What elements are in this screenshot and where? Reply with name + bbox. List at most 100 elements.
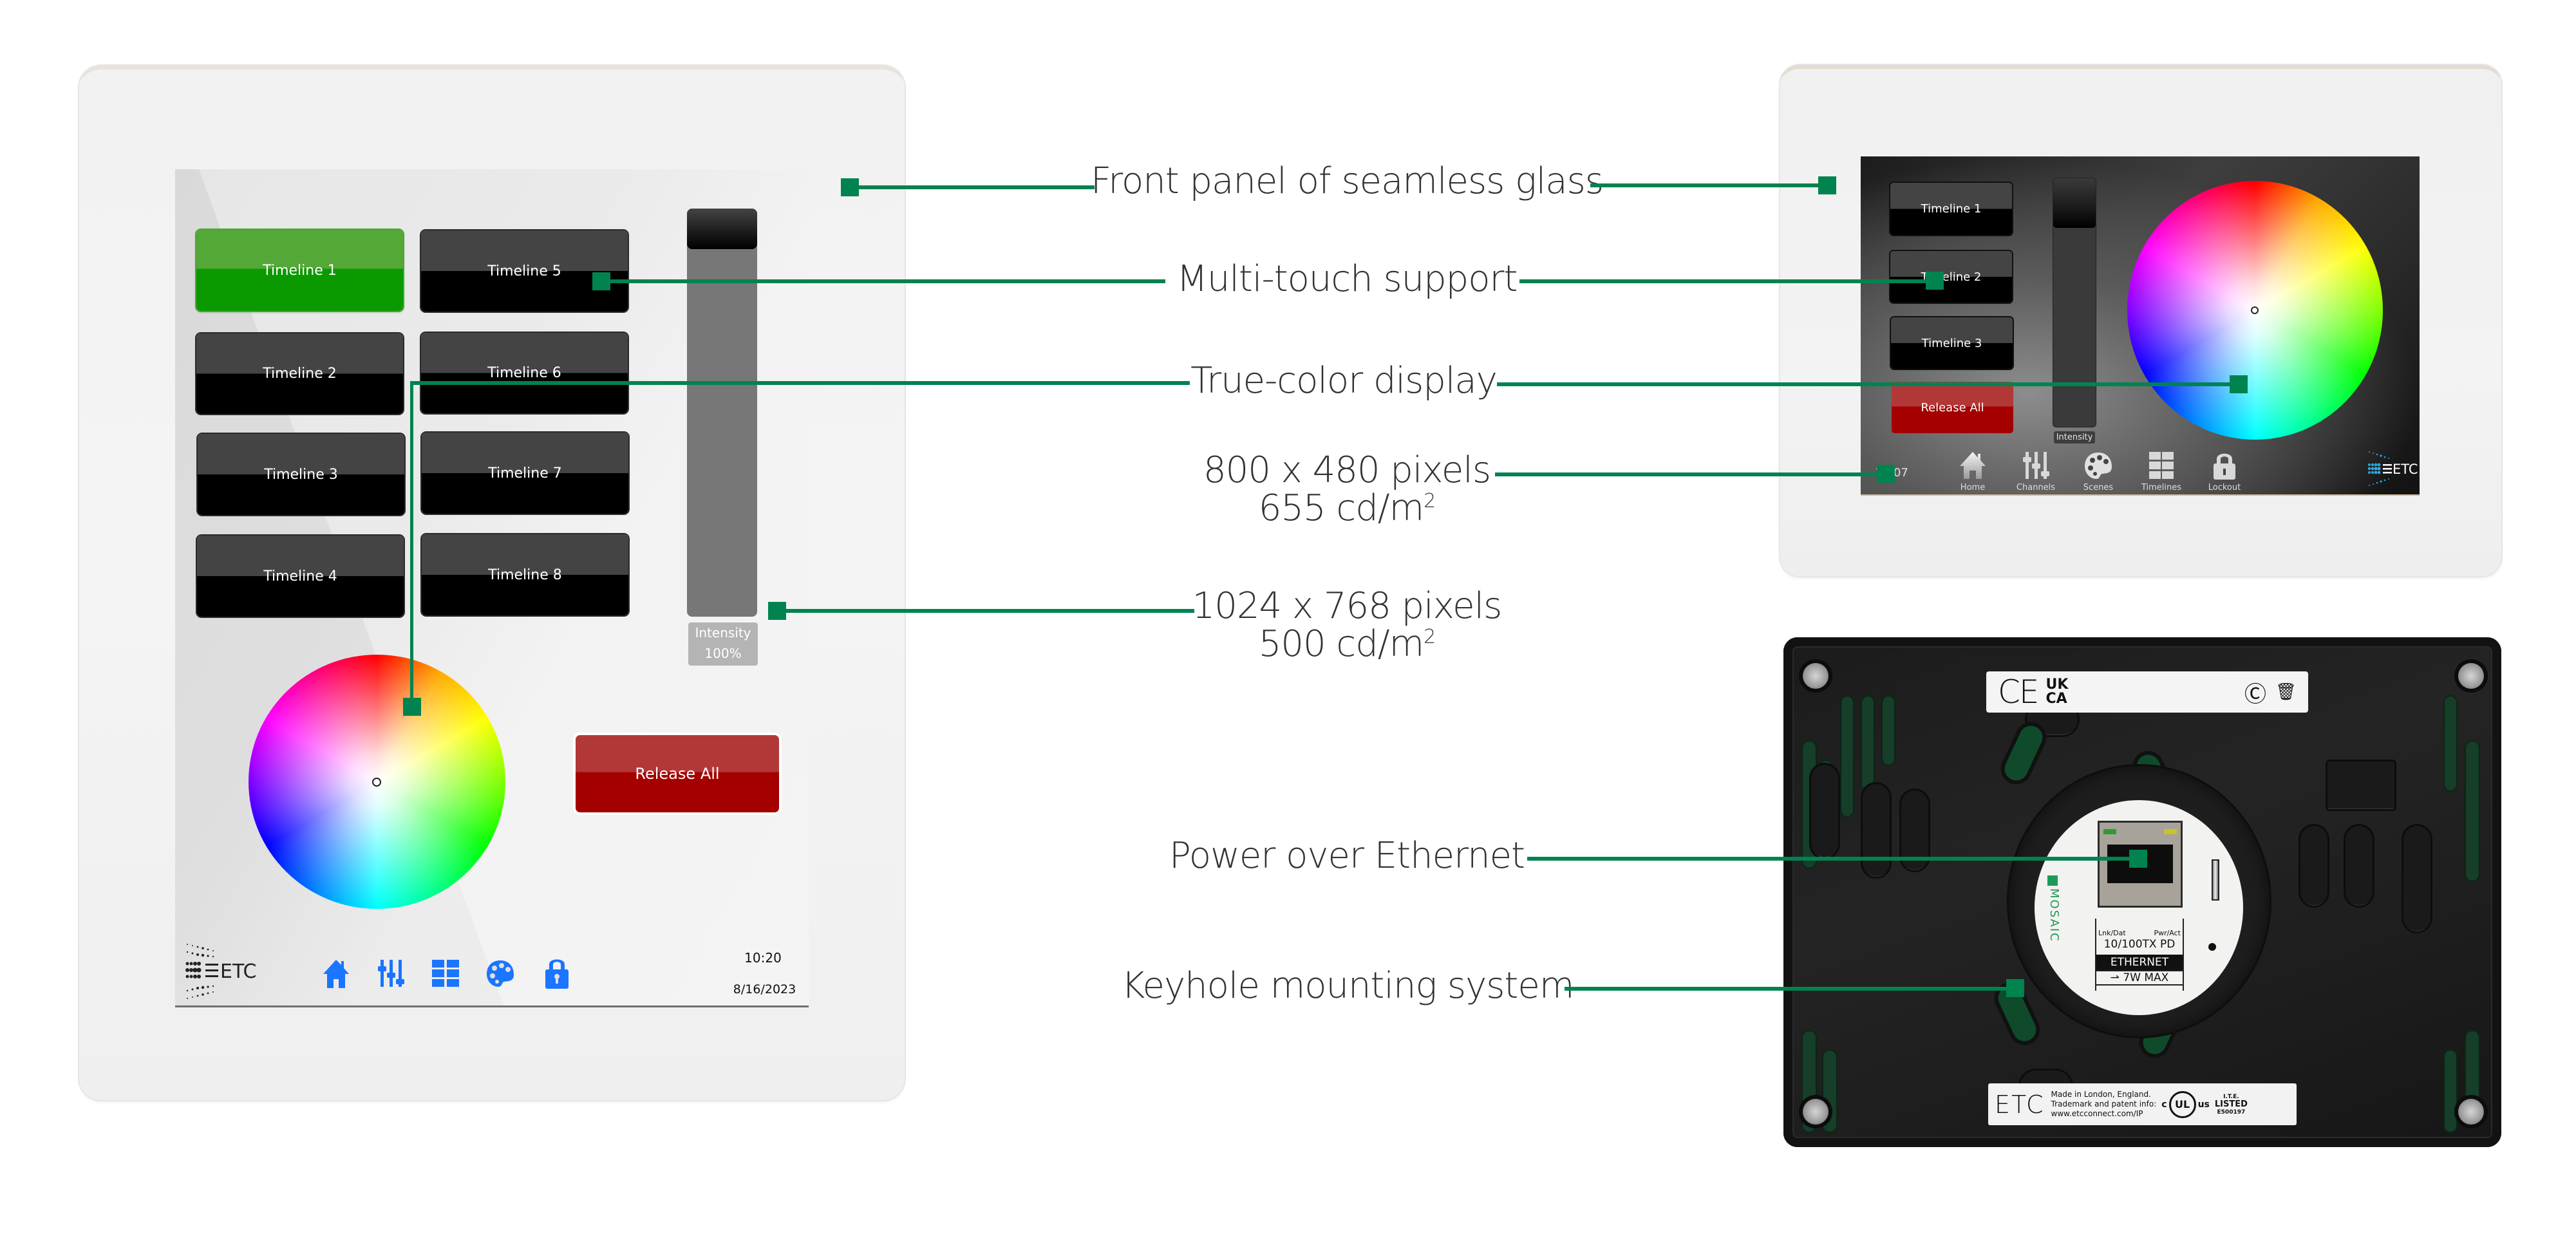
intensity-label: Intensity — [2054, 431, 2095, 444]
timeline-4-button[interactable]: Timeline 4 — [197, 536, 404, 617]
timeline-label: Timeline 8 — [488, 566, 562, 583]
leader-line — [410, 381, 413, 706]
sd-slot — [2212, 859, 2219, 901]
channels-sliders-icon — [2023, 452, 2049, 479]
timelines-grid-icon — [2149, 452, 2174, 479]
keyhole-slot — [2000, 722, 2047, 785]
power-indicator-label: Pwr/Act — [2154, 929, 2181, 937]
timeline-label: Timeline 5 — [487, 263, 561, 279]
color-picker-handle[interactable] — [2251, 306, 2259, 314]
power-led — [2164, 829, 2177, 834]
leader-marker — [2006, 979, 2024, 997]
home-icon[interactable] — [322, 957, 350, 989]
link-led — [2103, 829, 2116, 834]
recess — [2326, 760, 2396, 811]
timeline-3-button[interactable]: Timeline 3 — [1891, 317, 2013, 369]
mosaic-logo: MOSAIC — [2047, 875, 2064, 972]
mosaic-text: MOSAIC — [2047, 888, 2061, 942]
timelines-grid-icon[interactable] — [431, 957, 460, 989]
leader-marker — [403, 698, 421, 716]
small-res-brightness: 655 cd/m2 — [1258, 487, 1436, 529]
screw — [1803, 663, 1829, 689]
small-res-pixels: 800 x 480 pixels — [1203, 449, 1491, 491]
screw — [1803, 1099, 1829, 1125]
callout-small-resolution: 800 x 480 pixels 655 cd/m2 — [1203, 449, 1491, 529]
leader-line — [1497, 382, 2237, 386]
scenes-palette-icon[interactable] — [486, 957, 514, 989]
intensity-value: 100% — [704, 646, 742, 661]
leader-marker — [1926, 272, 1944, 290]
timeline-label: Timeline 1 — [263, 262, 337, 279]
leader-line — [779, 609, 1194, 613]
nav-label: Channels — [2016, 483, 2056, 492]
nav-channels[interactable]: Channels — [2013, 451, 2058, 492]
nav-label: Timelines — [2141, 483, 2182, 492]
lockout-lock-icon[interactable] — [543, 955, 571, 989]
timeline-label: Timeline 3 — [1921, 336, 1982, 350]
release-all-label: Release All — [635, 765, 720, 783]
nav-scenes[interactable]: Scenes — [2076, 451, 2121, 492]
timeline-label: Timeline 3 — [264, 466, 338, 483]
clock-date: 8/16/2023 — [733, 982, 796, 996]
mount-bump — [2344, 824, 2374, 908]
release-all-button[interactable]: Release All — [1892, 382, 2013, 433]
timeline-1-button[interactable]: Timeline 1 — [196, 230, 403, 311]
etc-logo: ETC — [2367, 448, 2418, 489]
timeline-7-button[interactable]: Timeline 7 — [422, 433, 628, 514]
timeline-8-button[interactable]: Timeline 8 — [422, 534, 628, 615]
channels-sliders-icon[interactable] — [377, 957, 405, 989]
intensity-slider[interactable] — [687, 209, 757, 617]
timeline-2-button[interactable]: Timeline 2 — [1890, 251, 2012, 303]
nav-timelines[interactable]: Timelines — [2139, 451, 2184, 492]
timeline-label: Timeline 7 — [488, 465, 562, 481]
screw — [2458, 1099, 2484, 1125]
timeline-label: Timeline 1 — [1921, 202, 1982, 216]
screw — [2458, 663, 2484, 689]
e-recycling-icon: Ⓒ — [2244, 681, 2266, 707]
ite-listed: I.T.E. LISTED E500197 — [2214, 1093, 2248, 1116]
timeline-2-button[interactable]: Timeline 2 — [196, 333, 403, 414]
pcb-slot — [2443, 695, 2458, 792]
pcb-slot — [2443, 1049, 2458, 1133]
timeline-3-button[interactable]: Timeline 3 — [198, 434, 404, 515]
mount-bump — [1861, 782, 1892, 879]
release-all-button[interactable]: Release All — [576, 735, 779, 812]
nav-home[interactable]: Home — [1950, 451, 1995, 492]
svg-text:ETC: ETC — [220, 960, 256, 983]
leader-line — [1519, 279, 1935, 283]
nav-lockout[interactable]: Lockout — [2202, 451, 2247, 492]
leader-line — [602, 279, 1165, 283]
intensity-slider-thumb[interactable] — [2053, 178, 2096, 228]
weee-bin-icon: 🗑 — [2275, 682, 2297, 702]
eth-spec-text: 10/100TX PD — [2103, 938, 2176, 951]
intensity-label: Intensity — [695, 625, 751, 640]
ethernet-spec-block: Lnk/Dat Pwr/Act 10/100TX PD ETHERNET ⇀ 7… — [2095, 919, 2184, 991]
pcb-slot — [1840, 695, 1854, 818]
leader-marker — [2129, 850, 2147, 868]
mosaic-mark-icon — [2047, 875, 2058, 886]
mount-bump — [1809, 763, 1840, 859]
timeline-label: Timeline 2 — [263, 366, 337, 382]
intensity-slider-thumb[interactable] — [687, 209, 757, 249]
compliance-label: CE UK CA Ⓒ 🗑 — [1986, 671, 2308, 713]
ce-mark: CE — [1998, 673, 2040, 711]
timeline-5-button[interactable]: Timeline 5 — [421, 230, 628, 312]
manufacturer-info: Made in London, England. Trademark and p… — [2051, 1090, 2157, 1118]
callout-front-panel: Front panel of seamless glass — [1091, 160, 1604, 202]
timeline-6-button[interactable]: Timeline 6 — [421, 333, 628, 413]
pcb-slot — [2465, 740, 2480, 882]
timeline-1-button[interactable]: Timeline 1 — [1890, 183, 2012, 235]
leader-line — [1590, 183, 1829, 187]
mount-bump — [2402, 824, 2432, 933]
intensity-caption: Intensity 100% — [688, 622, 758, 666]
home-icon — [1960, 452, 1986, 479]
svg-text:ETC: ETC — [2393, 462, 2418, 477]
leader-line — [410, 381, 1190, 385]
ul-listing-mark: c UL us — [2161, 1090, 2210, 1118]
large-res-pixels: 1024 x 768 pixels — [1192, 585, 1503, 627]
clock-time: 10:20 — [744, 950, 782, 966]
color-picker-handle[interactable] — [372, 778, 381, 787]
eth-title: ETHERNET — [2096, 955, 2183, 970]
reset-pinhole[interactable] — [2208, 943, 2216, 951]
timeline-label: Timeline 6 — [487, 365, 561, 381]
